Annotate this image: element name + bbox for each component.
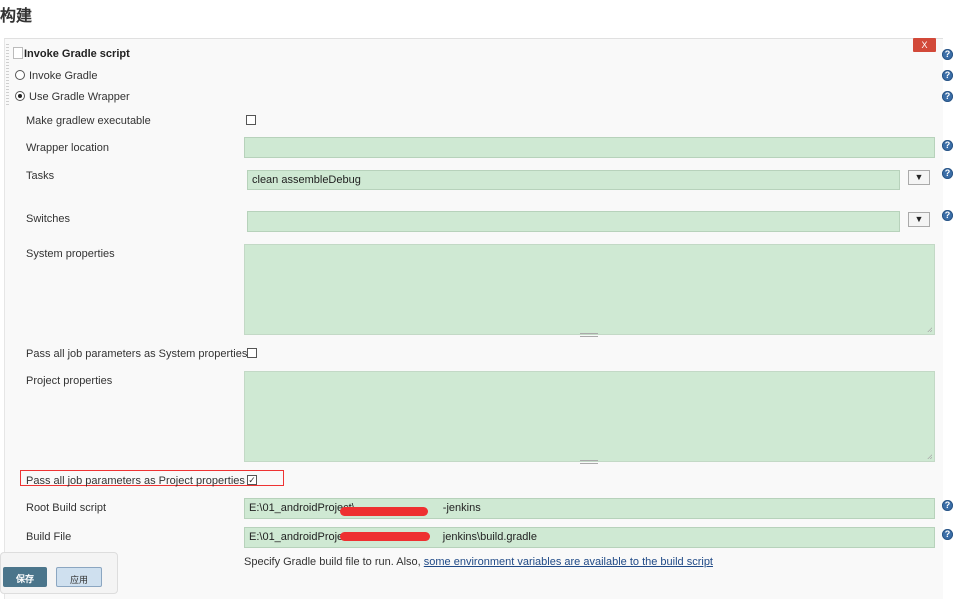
apply-button[interactable]: 应用	[56, 567, 102, 587]
wrapper-location-label: Wrapper location	[26, 142, 109, 154]
project-properties-textarea[interactable]	[244, 371, 935, 462]
switches-label: Switches	[26, 213, 71, 225]
pass-system-properties-checkbox[interactable]	[247, 348, 257, 358]
project-properties-label: Project properties	[26, 375, 113, 387]
help-icon[interactable]: ?	[942, 70, 953, 81]
help-icon[interactable]: ?	[942, 91, 953, 102]
section-heading: 构建	[0, 8, 33, 25]
use-gradle-wrapper-label: Use Gradle Wrapper	[29, 91, 130, 103]
tasks-input[interactable]: clean assembleDebug	[247, 170, 900, 190]
resize-grip[interactable]	[580, 333, 598, 337]
system-properties-label: System properties	[26, 248, 115, 260]
build-file-suffix: jenkins\build.gradle	[442, 531, 537, 543]
pass-system-properties-label: Pass all job parameters as System proper…	[26, 348, 248, 360]
help-icon[interactable]: ?	[942, 210, 953, 221]
switches-input[interactable]	[247, 211, 900, 232]
help-icon[interactable]: ?	[942, 500, 953, 511]
delete-step-button[interactable]: X	[913, 38, 936, 52]
environment-variables-link[interactable]: some environment variables are available…	[424, 556, 713, 568]
invoke-gradle-label: Invoke Gradle	[29, 70, 98, 82]
tasks-expand-button[interactable]: ▼	[908, 170, 930, 185]
build-file-label: Build File	[26, 531, 72, 543]
resize-grip[interactable]	[580, 460, 598, 464]
make-gradlew-executable-checkbox[interactable]	[246, 115, 256, 125]
pass-project-properties-checkbox[interactable]: ✓	[247, 475, 257, 485]
build-file-hint-text: Specify Gradle build file to run. Also,	[244, 556, 421, 568]
help-icon[interactable]: ?	[942, 140, 953, 151]
switches-expand-button[interactable]: ▼	[908, 212, 930, 227]
build-file-prefix: E:\01_androidProject\	[249, 531, 355, 543]
document-icon	[13, 47, 23, 59]
wrapper-location-input[interactable]	[244, 137, 935, 158]
resize-corner[interactable]	[926, 453, 932, 459]
drag-handle[interactable]	[6, 44, 9, 106]
system-properties-textarea[interactable]	[244, 244, 935, 335]
root-build-script-prefix: E:\01_androidProject\	[249, 502, 355, 514]
help-icon[interactable]: ?	[942, 529, 953, 540]
save-button[interactable]: 保存	[3, 567, 47, 587]
help-icon[interactable]: ?	[942, 49, 953, 60]
use-gradle-wrapper-radio[interactable]	[15, 91, 25, 101]
make-gradlew-executable-label: Make gradlew executable	[26, 115, 151, 127]
resize-corner[interactable]	[926, 326, 932, 332]
redaction-mark	[340, 507, 428, 516]
redaction-mark	[340, 532, 430, 541]
build-step-title: Invoke Gradle script	[24, 48, 130, 60]
root-build-script-suffix: -jenkins	[442, 502, 481, 514]
pass-project-properties-label: Pass all job parameters as Project prope…	[26, 475, 245, 487]
build-file-hint: Specify Gradle build file to run. Also, …	[244, 556, 713, 568]
root-build-script-label: Root Build script	[26, 502, 107, 514]
tasks-label: Tasks	[26, 170, 55, 182]
help-icon[interactable]: ?	[942, 168, 953, 179]
invoke-gradle-radio[interactable]	[15, 70, 25, 80]
